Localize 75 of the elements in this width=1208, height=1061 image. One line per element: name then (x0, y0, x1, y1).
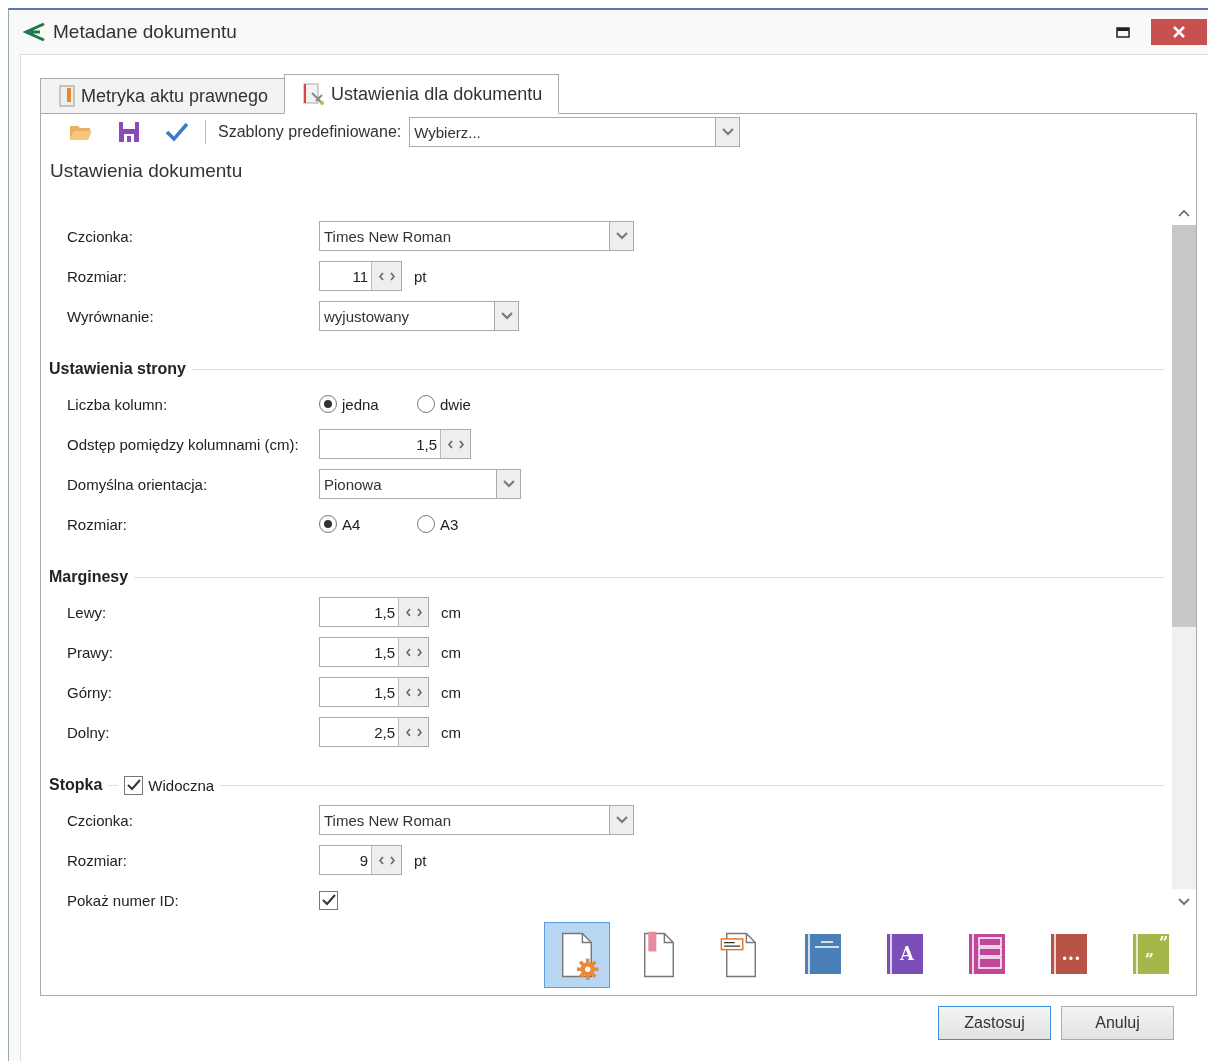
scroll-up-icon (1178, 208, 1190, 217)
checkbox-label: Widoczna (148, 776, 215, 794)
dialog-button[interactable]: Anuluj (1061, 1006, 1174, 1040)
field-label: Dolny: (67, 723, 111, 741)
dropdown-field[interactable]: Times New Roman (319, 221, 634, 251)
spin-arrows-icon (404, 687, 423, 697)
app-logo-icon (23, 23, 45, 41)
tab[interactable]: Metryka aktu prawnego (40, 78, 286, 114)
field-label: Pokaż numer ID: (67, 891, 180, 909)
spin-arrows-icon (404, 647, 423, 657)
radio-button[interactable] (319, 515, 337, 533)
spin-arrows-icon (404, 607, 423, 617)
field-label: Liczba kolumn: (67, 395, 169, 413)
field-label: Rozmiar: (67, 851, 128, 869)
view-button[interactable]: ... (1036, 921, 1102, 988)
save-icon (118, 121, 140, 143)
maximize-icon (1116, 26, 1130, 38)
view-button[interactable] (544, 921, 610, 988)
radio-button[interactable] (417, 395, 435, 413)
tab[interactable]: Ustawienia dla dokumentu (284, 74, 560, 114)
group-title: Ustawienia strony (49, 360, 186, 378)
document-icon (59, 85, 75, 107)
window-title: Metadane dokumentu (53, 21, 238, 43)
checkbox[interactable] (124, 775, 144, 795)
field-label: Domyślna orientacja: (67, 475, 209, 493)
spin-arrows-icon (377, 271, 396, 281)
radio-label: dwie (440, 395, 471, 413)
close-button[interactable] (1151, 19, 1207, 45)
radio-button[interactable] (417, 515, 435, 533)
field-label: Rozmiar: (67, 267, 128, 285)
checkmark-icon (165, 122, 189, 142)
radio-label: jedna (342, 395, 379, 413)
number-field[interactable]: 1,5 (319, 637, 429, 667)
unit-label: pt (414, 851, 427, 869)
checkmark-icon (321, 894, 336, 906)
dropdown-field[interactable]: wyjustowany (319, 301, 519, 331)
unit-label: cm (441, 643, 461, 661)
unit-label: pt (414, 267, 427, 285)
dialog-button[interactable]: Zastosuj (938, 1006, 1051, 1040)
document-wrench-icon (303, 83, 326, 105)
checkmark-icon (126, 779, 141, 791)
number-field[interactable]: 2,5 (319, 717, 429, 747)
group-title: Marginesy (49, 568, 129, 586)
spin-arrows-icon (446, 439, 465, 449)
number-field[interactable]: 9 (319, 845, 402, 875)
field-label: Czcionka: (67, 227, 134, 245)
number-field[interactable]: 11 (319, 261, 402, 291)
number-field[interactable]: 1,5 (319, 597, 429, 627)
field-label: Odstęp pomiędzy kolumnami (cm): (67, 435, 300, 453)
checkbox[interactable] (319, 890, 338, 910)
field-label: Wyrównanie: (67, 307, 155, 325)
unit-label: cm (441, 723, 461, 741)
field-label: Górny: (67, 683, 113, 701)
dropdown-field[interactable]: Times New Roman (319, 805, 634, 835)
template-dropdown[interactable]: Wybierz... (409, 117, 741, 147)
template-label: Szablony predefiniowane: (218, 123, 402, 141)
spin-arrows-icon (404, 727, 423, 737)
number-field[interactable]: 1,5 (319, 429, 471, 459)
field-label: Czcionka: (67, 811, 134, 829)
unit-label: cm (441, 603, 461, 621)
section-heading: Ustawienia dokumentu (49, 159, 244, 183)
number-field[interactable]: 1,5 (319, 677, 429, 707)
field-label: Prawy: (67, 643, 114, 661)
close-icon (1172, 25, 1186, 39)
dropdown-field[interactable]: Pionowa (319, 469, 521, 499)
radio-button[interactable] (319, 395, 337, 413)
spin-arrows-icon (377, 855, 396, 865)
radio-label: A4 (342, 515, 361, 533)
radio-label: A3 (440, 515, 459, 533)
folder-icon (69, 123, 93, 141)
unit-label: cm (441, 683, 461, 701)
field-label: Lewy: (67, 603, 108, 621)
view-button[interactable]: A (872, 921, 938, 988)
field-label: Rozmiar: (67, 515, 128, 533)
group-title: Stopka (49, 776, 103, 794)
